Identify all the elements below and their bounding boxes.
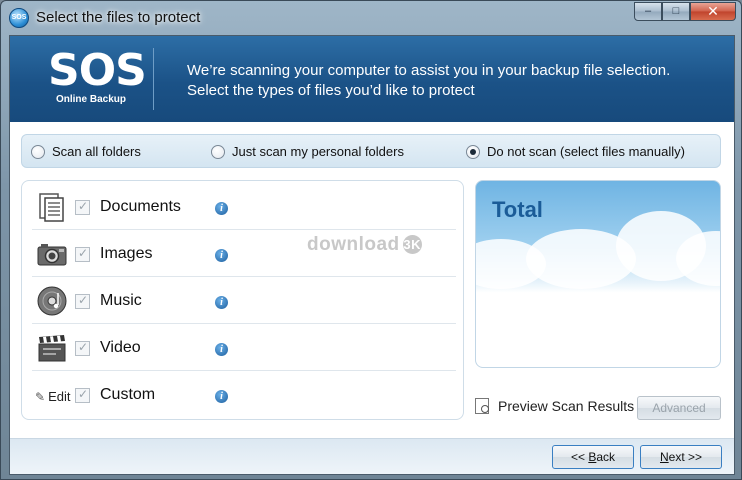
- window-frame: SOS Select the files to protect – □ ✕ SO…: [0, 0, 742, 480]
- documents-checkbox[interactable]: [75, 199, 90, 215]
- info-icon[interactable]: i: [215, 249, 228, 262]
- window-title: Select the files to protect: [36, 9, 201, 26]
- next-button-accel: N: [659, 450, 669, 464]
- video-checkbox[interactable]: [75, 340, 90, 356]
- maximize-button[interactable]: □: [662, 2, 690, 21]
- file-type-label: Music: [100, 292, 142, 309]
- logo-sub-text: Online Backup: [55, 94, 126, 105]
- watermark-badge: 3K: [402, 235, 422, 255]
- magnifier-document-icon: [475, 398, 489, 414]
- header-message: We’re scanning your computer to assist y…: [187, 62, 671, 99]
- back-button[interactable]: << Back: [552, 445, 634, 469]
- back-button-rest: ack: [596, 450, 616, 464]
- radio-scan-personal-folders[interactable]: Just scan my personal folders: [211, 144, 404, 159]
- info-icon[interactable]: i: [215, 202, 228, 215]
- radio-button[interactable]: [211, 144, 225, 159]
- camera-icon: [37, 244, 67, 266]
- logo-main-text: SOS: [48, 45, 147, 96]
- file-type-label: Custom: [100, 386, 156, 403]
- dialog-content: SOS Online Backup We’re scanning your co…: [9, 35, 735, 475]
- total-panel: Total: [475, 180, 721, 368]
- custom-edit-link[interactable]: ✎ Edit: [35, 389, 70, 404]
- back-button-prefix: <<: [570, 450, 589, 464]
- scan-options-bar: Scan all folders Just scan my personal f…: [21, 134, 721, 168]
- download-watermark: download 3K: [307, 234, 422, 256]
- file-type-row-custom: ✎ Edit Custom i: [32, 371, 456, 418]
- file-type-row-documents: Documents i: [32, 183, 456, 230]
- radio-scan-all-folders[interactable]: Scan all folders: [31, 144, 141, 159]
- images-checkbox[interactable]: [75, 246, 90, 262]
- minimize-button[interactable]: –: [634, 2, 662, 21]
- file-type-label: Images: [100, 245, 153, 262]
- next-button-rest: ext >>: [668, 450, 703, 464]
- app-logo-icon: SOS: [9, 8, 29, 28]
- music-disc-icon: [37, 286, 67, 316]
- banner-divider: [153, 48, 154, 110]
- file-type-row-video: Video i: [32, 324, 456, 371]
- radio-do-not-scan[interactable]: Do not scan (select files manually): [466, 144, 685, 159]
- dialog-footer: << Back Next >>: [10, 438, 734, 474]
- radio-button[interactable]: [31, 144, 45, 159]
- title-bar[interactable]: SOS Select the files to protect – □ ✕: [1, 1, 742, 35]
- watermark-text: download: [307, 234, 400, 255]
- music-checkbox[interactable]: [75, 293, 90, 309]
- info-icon[interactable]: i: [215, 343, 228, 356]
- sos-logo: SOS Online Backup: [48, 45, 147, 112]
- advanced-button[interactable]: Advanced: [637, 396, 721, 420]
- clapperboard-icon: [38, 335, 66, 362]
- file-type-label: Documents: [100, 198, 181, 215]
- preview-scan-results-link[interactable]: Preview Scan Results: [475, 398, 634, 414]
- file-types-list: Documents i Images i: [21, 180, 464, 420]
- preview-label: Preview Scan Results: [498, 398, 635, 414]
- custom-checkbox[interactable]: [75, 387, 90, 403]
- radio-label: Do not scan (select files manually): [487, 144, 685, 159]
- info-icon[interactable]: i: [215, 296, 228, 309]
- window-controls: – □ ✕: [634, 2, 736, 21]
- edit-link-label: Edit: [48, 389, 71, 404]
- documents-icon: [39, 193, 64, 222]
- file-type-label: Video: [100, 339, 141, 356]
- info-icon[interactable]: i: [215, 390, 228, 403]
- header-banner: SOS Online Backup We’re scanning your co…: [10, 36, 734, 122]
- file-type-row-music: Music i: [32, 277, 456, 324]
- edit-pencil-icon: ✎: [35, 389, 46, 404]
- radio-label: Just scan my personal folders: [232, 144, 404, 159]
- radio-label: Scan all folders: [52, 144, 141, 159]
- total-title: Total: [492, 197, 543, 222]
- close-button[interactable]: ✕: [690, 2, 736, 21]
- radio-button-selected[interactable]: [466, 144, 480, 159]
- next-button[interactable]: Next >>: [640, 445, 722, 469]
